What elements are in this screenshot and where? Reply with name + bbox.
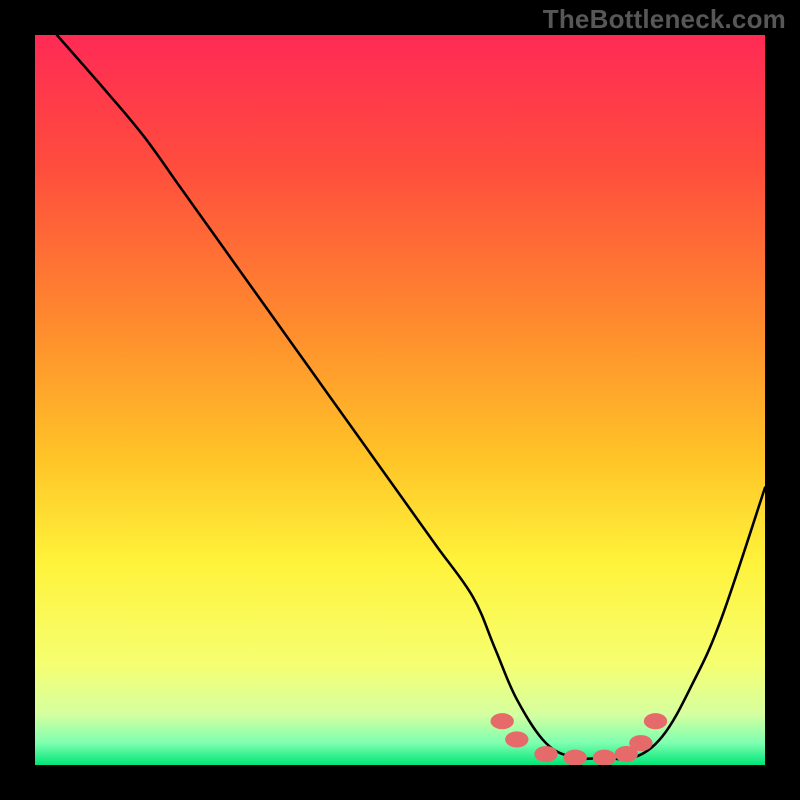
plot-area (35, 35, 765, 765)
highlight-marker (534, 746, 557, 762)
highlight-marker (564, 750, 587, 765)
bottleneck-curve (57, 35, 765, 759)
chart-frame: TheBottleneck.com (0, 0, 800, 800)
watermark-text: TheBottleneck.com (543, 4, 786, 35)
highlight-marker (644, 713, 667, 729)
highlight-markers (491, 713, 668, 765)
highlight-marker (593, 750, 616, 765)
highlight-marker (629, 735, 652, 751)
highlight-marker (491, 713, 514, 729)
curve-layer (35, 35, 765, 765)
highlight-marker (505, 731, 528, 747)
